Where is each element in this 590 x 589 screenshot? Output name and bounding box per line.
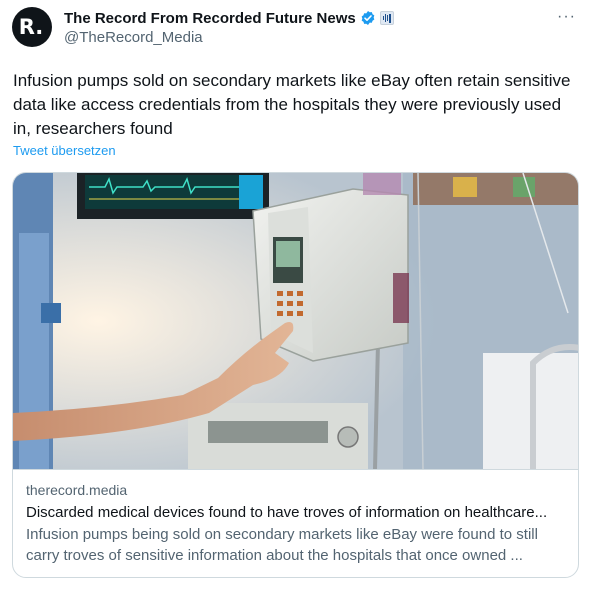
card-domain: therecord.media [26, 482, 128, 498]
card-description: Infusion pumps being sold on secondary m… [26, 526, 538, 564]
author-name-row: The Record From Recorded Future News [64, 8, 394, 28]
affiliation-badge-icon[interactable] [379, 11, 394, 25]
card-body: therecord.media Discarded medical device… [13, 469, 578, 577]
avatar-letter: R. [18, 15, 44, 39]
avatar[interactable]: R. [12, 7, 52, 47]
card-title[interactable]: Discarded medical devices found to have … [26, 502, 567, 523]
author-handle[interactable]: @TheRecord_Media [64, 29, 203, 46]
display-name[interactable]: The Record From Recorded Future News [64, 10, 356, 27]
more-options-icon[interactable]: ··· [557, 8, 576, 26]
tweet-text: Infusion pumps sold on secondary markets… [13, 71, 571, 138]
link-preview-card[interactable]: therecord.media Discarded medical device… [12, 172, 579, 578]
card-image[interactable] [13, 173, 579, 469]
translate-link[interactable]: Tweet übersetzen [13, 143, 116, 158]
verified-badge-icon[interactable] [360, 10, 376, 26]
